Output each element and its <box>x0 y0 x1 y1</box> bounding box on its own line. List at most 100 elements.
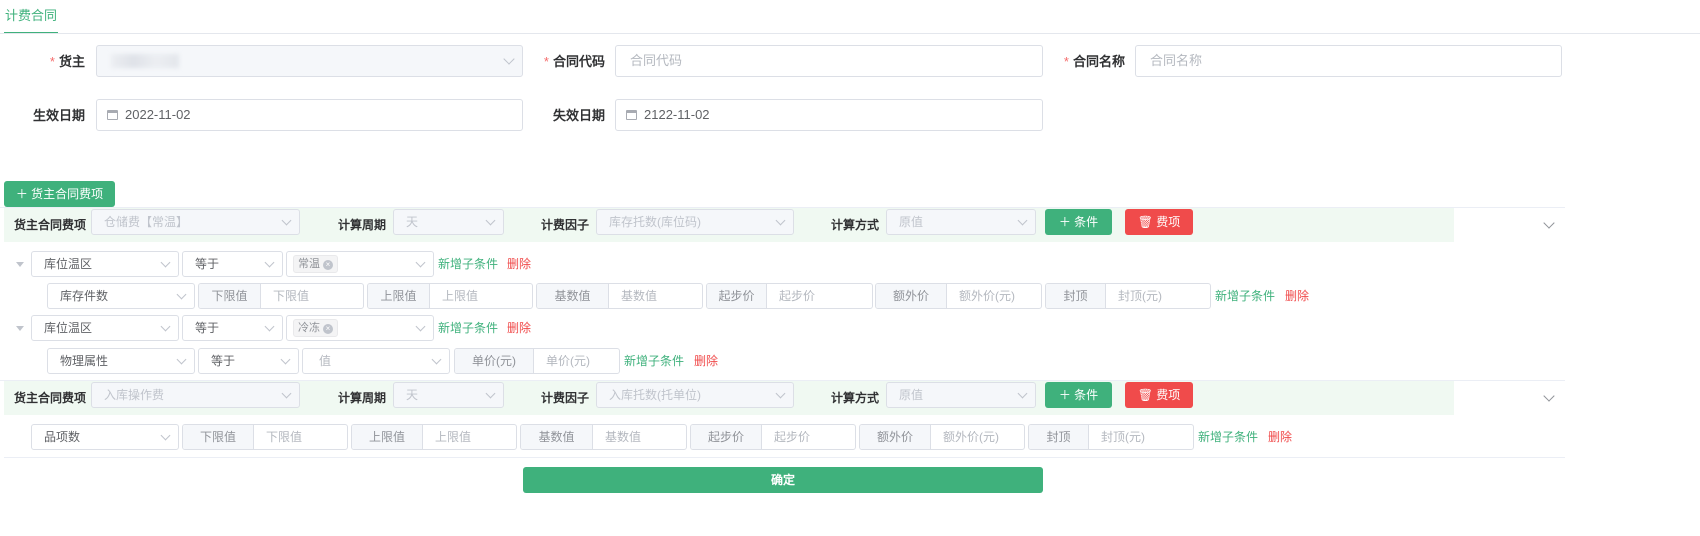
chevron-down-icon <box>264 321 275 332</box>
factor-select[interactable]: 入库托数(托单位) <box>596 382 794 408</box>
confirm-button[interactable]: 确定 <box>523 467 1043 493</box>
method-label: 计算方式 <box>831 218 880 232</box>
chevron-down-icon <box>176 289 187 300</box>
method-select[interactable]: 原值 <box>886 209 1036 235</box>
condition-value-select[interactable]: 冷冻 × <box>286 315 434 341</box>
fee-item-select[interactable]: 入库操作费 <box>91 382 300 408</box>
chevron-down-icon <box>415 257 426 268</box>
add-sub-condition-link[interactable]: 新增子条件 <box>438 315 498 341</box>
delete-fee-item-button[interactable]: 🗑 费项 <box>1125 209 1193 235</box>
value-tag: 常温 × <box>293 255 338 273</box>
effective-date-label: 生效日期 <box>32 108 85 123</box>
cap-input[interactable]: 封顶 封顶(元) <box>1045 283 1211 309</box>
delete-fee-item-button[interactable]: 🗑 费项 <box>1125 382 1193 408</box>
sub-field-select[interactable]: 物理属性 <box>47 348 195 374</box>
trash-icon: 🗑 <box>1137 215 1157 229</box>
add-fee-item-button[interactable]: ＋ 货主合同费项 <box>4 181 115 207</box>
delete-condition-link[interactable]: 删除 <box>507 315 531 341</box>
condition-field-select[interactable]: 库位温区 <box>31 315 179 341</box>
trash-icon: 🗑 <box>1137 388 1157 402</box>
contract-name-input[interactable]: 合同名称 <box>1135 45 1562 77</box>
chevron-down-icon <box>415 321 426 332</box>
factor-label: 计费因子 <box>541 218 590 232</box>
owner-select[interactable] <box>96 45 523 77</box>
chevron-down-icon <box>485 215 496 226</box>
collapse-caret-icon[interactable] <box>16 326 24 331</box>
delete-sub-condition-link[interactable]: 删除 <box>694 348 718 374</box>
chevron-down-icon <box>264 257 275 268</box>
sub-field-select[interactable]: 库存件数 <box>47 283 195 309</box>
factor-select[interactable]: 库存托数(库位码) <box>596 209 794 235</box>
sub-operator-select[interactable]: 等于 <box>198 348 299 374</box>
tab-billing-contract[interactable]: 计费合同 <box>4 0 59 34</box>
starting-price-input[interactable]: 起步价 起步价 <box>690 424 856 450</box>
chevron-down-icon <box>176 354 187 365</box>
unit-price-input[interactable]: 单价(元) 单价(元) <box>454 348 620 374</box>
add-condition-button[interactable]: ＋ 条件 <box>1045 209 1112 235</box>
add-sub-condition-link[interactable]: 新增子条件 <box>438 251 498 277</box>
chevron-down-icon <box>1017 215 1028 226</box>
delete-sub-condition-link[interactable]: 删除 <box>1268 424 1292 450</box>
effective-date-picker[interactable]: 2022-11-02 <box>96 99 523 131</box>
chevron-down-icon <box>160 321 171 332</box>
base-value-input[interactable]: 基数值 基数值 <box>520 424 687 450</box>
upper-limit-input[interactable]: 上限值 上限值 <box>351 424 517 450</box>
chevron-down-icon <box>1017 388 1028 399</box>
method-label: 计算方式 <box>831 391 880 405</box>
owner-value-redacted <box>111 54 179 68</box>
contract-code-input[interactable]: 合同代码 <box>615 45 1043 77</box>
divider <box>4 457 1565 458</box>
sub-field-select[interactable]: 品项数 <box>31 424 179 450</box>
lower-limit-input[interactable]: 下限值 下限值 <box>182 424 348 450</box>
chevron-down-icon[interactable] <box>1543 390 1555 402</box>
period-label: 计算周期 <box>338 391 387 405</box>
condition-operator-select[interactable]: 等于 <box>182 251 283 277</box>
chevron-down-icon <box>485 388 496 399</box>
base-value-input[interactable]: 基数值 基数值 <box>536 283 703 309</box>
sub-value-select[interactable]: 值 <box>302 348 450 374</box>
chevron-down-icon <box>503 53 515 65</box>
close-icon[interactable]: × <box>323 260 333 270</box>
method-select[interactable]: 原值 <box>886 382 1036 408</box>
add-condition-button[interactable]: ＋ 条件 <box>1045 382 1112 408</box>
chevron-down-icon <box>281 215 292 226</box>
period-select[interactable]: 天 <box>393 209 504 235</box>
close-icon[interactable]: × <box>323 324 333 334</box>
chevron-down-icon <box>775 388 786 399</box>
fee-item-select[interactable]: 仓储费【常温】 <box>91 209 300 235</box>
extra-price-input[interactable]: 额外价 额外价(元) <box>859 424 1025 450</box>
add-sub-condition-link[interactable]: 新增子条件 <box>1215 283 1275 309</box>
collapse-caret-icon[interactable] <box>16 262 24 267</box>
starting-price-input[interactable]: 起步价 起步价 <box>706 283 873 309</box>
lower-limit-input[interactable]: 下限值 下限值 <box>198 283 364 309</box>
chevron-down-icon <box>160 257 171 268</box>
period-label: 计算周期 <box>338 218 387 232</box>
fee-item-label: 货主合同费项 <box>14 218 87 232</box>
expire-date-label: 失效日期 <box>552 108 605 123</box>
add-sub-condition-link[interactable]: 新增子条件 <box>1198 424 1258 450</box>
chevron-down-icon <box>431 354 442 365</box>
calendar-icon <box>107 110 118 120</box>
upper-limit-input[interactable]: 上限值 上限值 <box>367 283 533 309</box>
chevron-down-icon <box>281 388 292 399</box>
chevron-down-icon <box>775 215 786 226</box>
expire-date-picker[interactable]: 2122-11-02 <box>615 99 1043 131</box>
delete-sub-condition-link[interactable]: 删除 <box>1285 283 1309 309</box>
fee-item-label: 货主合同费项 <box>14 391 87 405</box>
condition-field-select[interactable]: 库位温区 <box>31 251 179 277</box>
chevron-down-icon <box>160 430 171 441</box>
condition-operator-select[interactable]: 等于 <box>182 315 283 341</box>
period-select[interactable]: 天 <box>393 382 504 408</box>
extra-price-input[interactable]: 额外价 额外价(元) <box>875 283 1042 309</box>
chevron-down-icon <box>280 354 291 365</box>
condition-value-select[interactable]: 常温 × <box>286 251 434 277</box>
owner-label: * 货主 <box>49 54 85 69</box>
value-tag: 冷冻 × <box>293 319 338 337</box>
contract-name-label: * 合同名称 <box>1063 54 1125 69</box>
cap-input[interactable]: 封顶 封顶(元) <box>1028 424 1194 450</box>
delete-condition-link[interactable]: 删除 <box>507 251 531 277</box>
contract-code-label: * 合同代码 <box>543 54 605 69</box>
add-sub-condition-link[interactable]: 新增子条件 <box>624 348 684 374</box>
factor-label: 计费因子 <box>541 391 590 405</box>
chevron-down-icon[interactable] <box>1543 217 1555 229</box>
